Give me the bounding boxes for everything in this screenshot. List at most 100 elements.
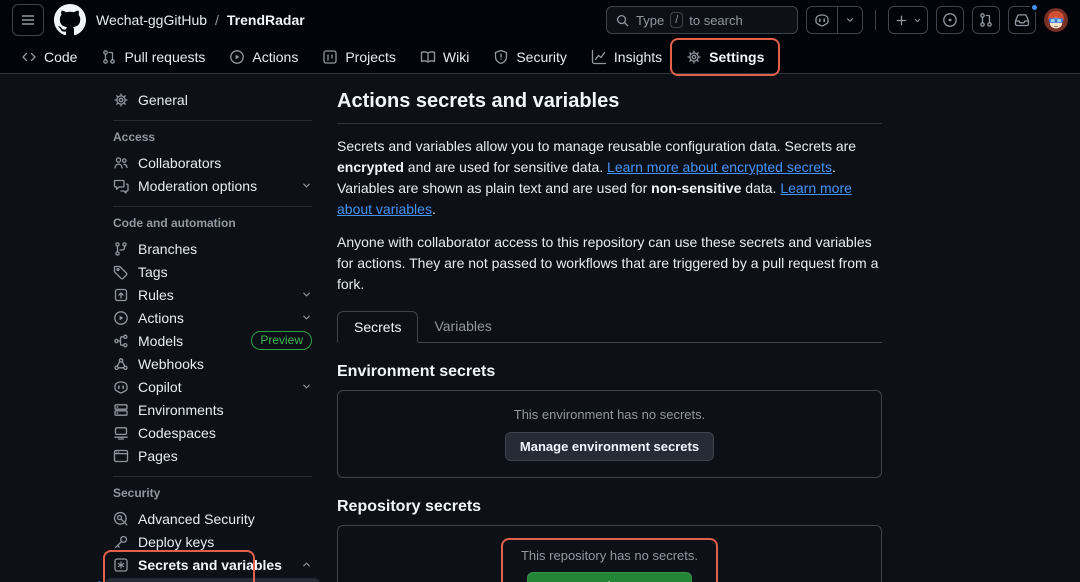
chevron-down-icon bbox=[301, 289, 312, 300]
sidebar-divider bbox=[113, 206, 312, 207]
main-content: Actions secrets and variables Secrets an… bbox=[337, 88, 882, 582]
desc-bold-non-sensitive: non-sensitive bbox=[651, 180, 741, 196]
sidebar-item-deploy-keys[interactable]: Deploy keys bbox=[105, 530, 320, 553]
repository-empty-text: This repository has no secrets. bbox=[521, 548, 698, 563]
tab-actions[interactable]: Actions bbox=[220, 42, 307, 72]
gear-icon bbox=[113, 92, 129, 108]
header-divider bbox=[875, 10, 876, 30]
sidebar-item-advanced-security[interactable]: Advanced Security bbox=[105, 507, 320, 530]
breadcrumb: Wechat-ggGitHub / TrendRadar bbox=[96, 12, 305, 28]
breadcrumb-separator: / bbox=[215, 12, 219, 28]
sidebar-item-moderation-options[interactable]: Moderation options bbox=[105, 174, 320, 197]
issues-button[interactable] bbox=[936, 6, 964, 34]
sidebar-label: Collaborators bbox=[138, 155, 221, 171]
chevron-down-icon bbox=[301, 381, 312, 392]
sidebar-item-collaborators[interactable]: Collaborators bbox=[105, 151, 320, 174]
tab-secrets[interactable]: Secrets bbox=[337, 311, 418, 343]
comment-discussion-icon bbox=[113, 178, 129, 194]
sidebar-item-copilot[interactable]: Copilot bbox=[105, 375, 320, 398]
sidebar-label: Deploy keys bbox=[138, 534, 214, 550]
tab-code[interactable]: Code bbox=[12, 42, 86, 72]
breadcrumb-owner[interactable]: Wechat-ggGitHub bbox=[96, 12, 207, 28]
tab-label: Pull requests bbox=[124, 49, 205, 65]
sidebar-label: Webhooks bbox=[138, 356, 204, 372]
chevron-down-icon bbox=[845, 15, 855, 25]
sidebar-label: Secrets and variables bbox=[138, 557, 282, 573]
sidebar-label: Codespaces bbox=[138, 425, 216, 441]
slash-keycap: / bbox=[670, 12, 683, 28]
manage-environment-secrets-button[interactable]: Manage environment secrets bbox=[505, 432, 714, 461]
chevron-down-icon bbox=[913, 16, 922, 25]
create-new-button[interactable] bbox=[888, 6, 928, 34]
tag-icon bbox=[113, 264, 129, 280]
sidebar-item-codespaces[interactable]: Codespaces bbox=[105, 421, 320, 444]
search-icon bbox=[615, 13, 630, 28]
search-placeholder-prefix: Type bbox=[636, 13, 664, 28]
github-logo[interactable] bbox=[54, 4, 86, 36]
codescan-icon bbox=[113, 511, 129, 527]
tab-projects[interactable]: Projects bbox=[313, 42, 405, 72]
sidebar-label: Tags bbox=[138, 264, 168, 280]
page-title: Actions secrets and variables bbox=[337, 88, 882, 124]
sidebar-item-branches[interactable]: Branches bbox=[105, 237, 320, 260]
search-placeholder-suffix: to search bbox=[689, 13, 742, 28]
pull-requests-button[interactable] bbox=[972, 6, 1000, 34]
link-learn-more-encrypted-secrets[interactable]: Learn more about encrypted secrets bbox=[607, 159, 832, 175]
sidebar-item-pages[interactable]: Pages bbox=[105, 444, 320, 467]
chevron-up-icon bbox=[301, 559, 312, 570]
play-icon bbox=[113, 310, 129, 326]
tab-insights[interactable]: Insights bbox=[582, 42, 671, 72]
desc-text: . bbox=[432, 201, 436, 217]
sidebar-label: Copilot bbox=[138, 379, 182, 395]
sidebar-label: Actions bbox=[138, 310, 184, 326]
sidebar-subitem-actions[interactable]: Actions bbox=[105, 578, 320, 582]
git-branch-icon bbox=[113, 241, 129, 257]
sidebar-item-secrets-and-variables[interactable]: Secrets and variables bbox=[105, 553, 320, 576]
plus-icon bbox=[894, 13, 909, 28]
sidebar-label: Branches bbox=[138, 241, 197, 257]
sidebar-label: Advanced Security bbox=[138, 511, 255, 527]
repository-secrets-empty-box: This repository has no secrets. New repo… bbox=[337, 525, 882, 582]
browser-icon bbox=[113, 448, 129, 464]
code-icon bbox=[21, 49, 37, 65]
sidebar-item-models[interactable]: Models Preview bbox=[105, 329, 320, 352]
environment-empty-text: This environment has no secrets. bbox=[514, 407, 705, 422]
sidebar-item-general[interactable]: General bbox=[105, 88, 320, 111]
tab-wiki[interactable]: Wiki bbox=[411, 42, 478, 72]
tab-pull-requests[interactable]: Pull requests bbox=[92, 42, 214, 72]
gear-icon bbox=[686, 49, 702, 65]
new-repository-secret-button[interactable]: New repository secret bbox=[527, 572, 693, 582]
user-avatar[interactable] bbox=[1044, 8, 1068, 32]
breadcrumb-repo[interactable]: TrendRadar bbox=[227, 12, 305, 28]
sidebar-item-actions[interactable]: Actions bbox=[105, 306, 320, 329]
book-icon bbox=[420, 49, 436, 65]
rules-icon bbox=[113, 287, 129, 303]
sidebar-item-webhooks[interactable]: Webhooks bbox=[105, 352, 320, 375]
tab-label: Settings bbox=[709, 49, 764, 65]
chevron-down-icon bbox=[301, 180, 312, 191]
sidebar-divider bbox=[113, 120, 312, 121]
sidebar-section-security: Security bbox=[105, 486, 320, 500]
sidebar-label: General bbox=[138, 92, 188, 108]
git-pull-request-icon bbox=[101, 49, 117, 65]
desc-bold-encrypted: encrypted bbox=[337, 159, 404, 175]
copilot-dropdown-button[interactable] bbox=[837, 7, 862, 33]
sidebar-label: Models bbox=[138, 333, 183, 349]
tab-security[interactable]: Security bbox=[484, 42, 576, 72]
global-search-input[interactable]: Type / to search bbox=[606, 6, 798, 34]
codespaces-icon bbox=[113, 425, 129, 441]
notifications-button[interactable] bbox=[1008, 6, 1036, 34]
sidebar-item-tags[interactable]: Tags bbox=[105, 260, 320, 283]
copilot-button[interactable] bbox=[807, 7, 837, 33]
sidebar-item-rules[interactable]: Rules bbox=[105, 283, 320, 306]
copilot-button-group bbox=[806, 6, 863, 34]
tab-variables[interactable]: Variables bbox=[418, 311, 507, 342]
desc-text: and are used for sensitive data. bbox=[404, 159, 607, 175]
sidebar-label: Moderation options bbox=[138, 178, 257, 194]
three-bars-icon bbox=[20, 12, 36, 28]
hamburger-menu-button[interactable] bbox=[12, 4, 44, 36]
copilot-icon bbox=[814, 12, 830, 28]
tab-settings[interactable]: Settings bbox=[677, 42, 773, 72]
sidebar-item-environments[interactable]: Environments bbox=[105, 398, 320, 421]
tab-label: Actions bbox=[252, 49, 298, 65]
